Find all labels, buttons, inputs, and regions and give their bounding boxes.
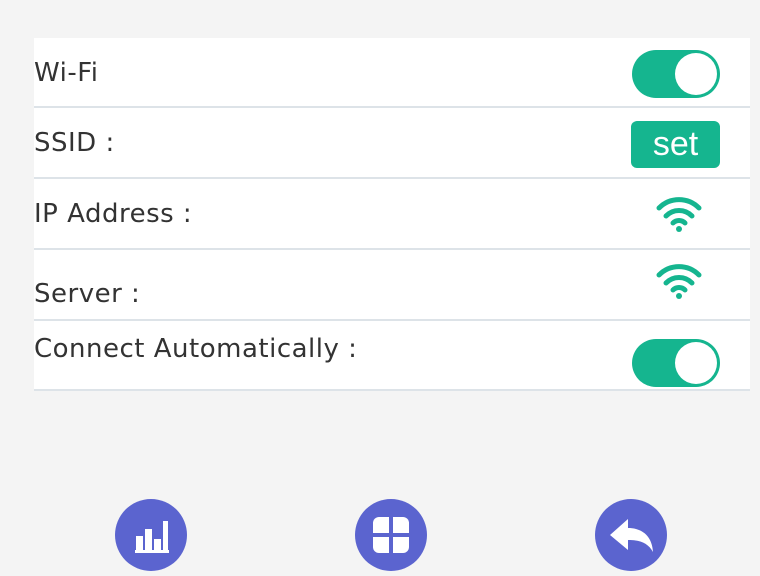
ssid-label: SSID : [34, 128, 115, 158]
wifi-row: Wi-Fi [34, 38, 750, 108]
wifi-signal-icon [656, 264, 702, 299]
stats-nav-button[interactable] [115, 499, 187, 571]
ssid-row: SSID : set [34, 108, 750, 179]
connect-automatically-toggle[interactable] [632, 339, 720, 387]
wifi-signal-icon [656, 197, 702, 232]
wifi-toggle[interactable] [632, 50, 720, 98]
wifi-toggle-knob [675, 53, 717, 95]
connect-automatically-row: Connect Automatically : [34, 321, 750, 391]
server-label: Server : [34, 279, 141, 309]
ip-address-label: IP Address : [34, 199, 193, 229]
back-arrow-icon [610, 519, 653, 552]
grid-icon [373, 517, 409, 553]
bar-chart-icon [135, 521, 169, 553]
connect-automatically-toggle-knob [675, 342, 717, 384]
ssid-set-button[interactable]: set [631, 121, 720, 168]
connect-automatically-label: Connect Automatically : [34, 334, 358, 364]
back-nav-button[interactable] [595, 499, 667, 571]
home-nav-button[interactable] [355, 499, 427, 571]
wifi-settings-panel: Wi-Fi SSID : set IP Address : Server : C… [34, 38, 750, 391]
ip-address-row: IP Address : [34, 179, 750, 250]
server-row: Server : [34, 250, 750, 321]
wifi-label: Wi-Fi [34, 58, 99, 88]
